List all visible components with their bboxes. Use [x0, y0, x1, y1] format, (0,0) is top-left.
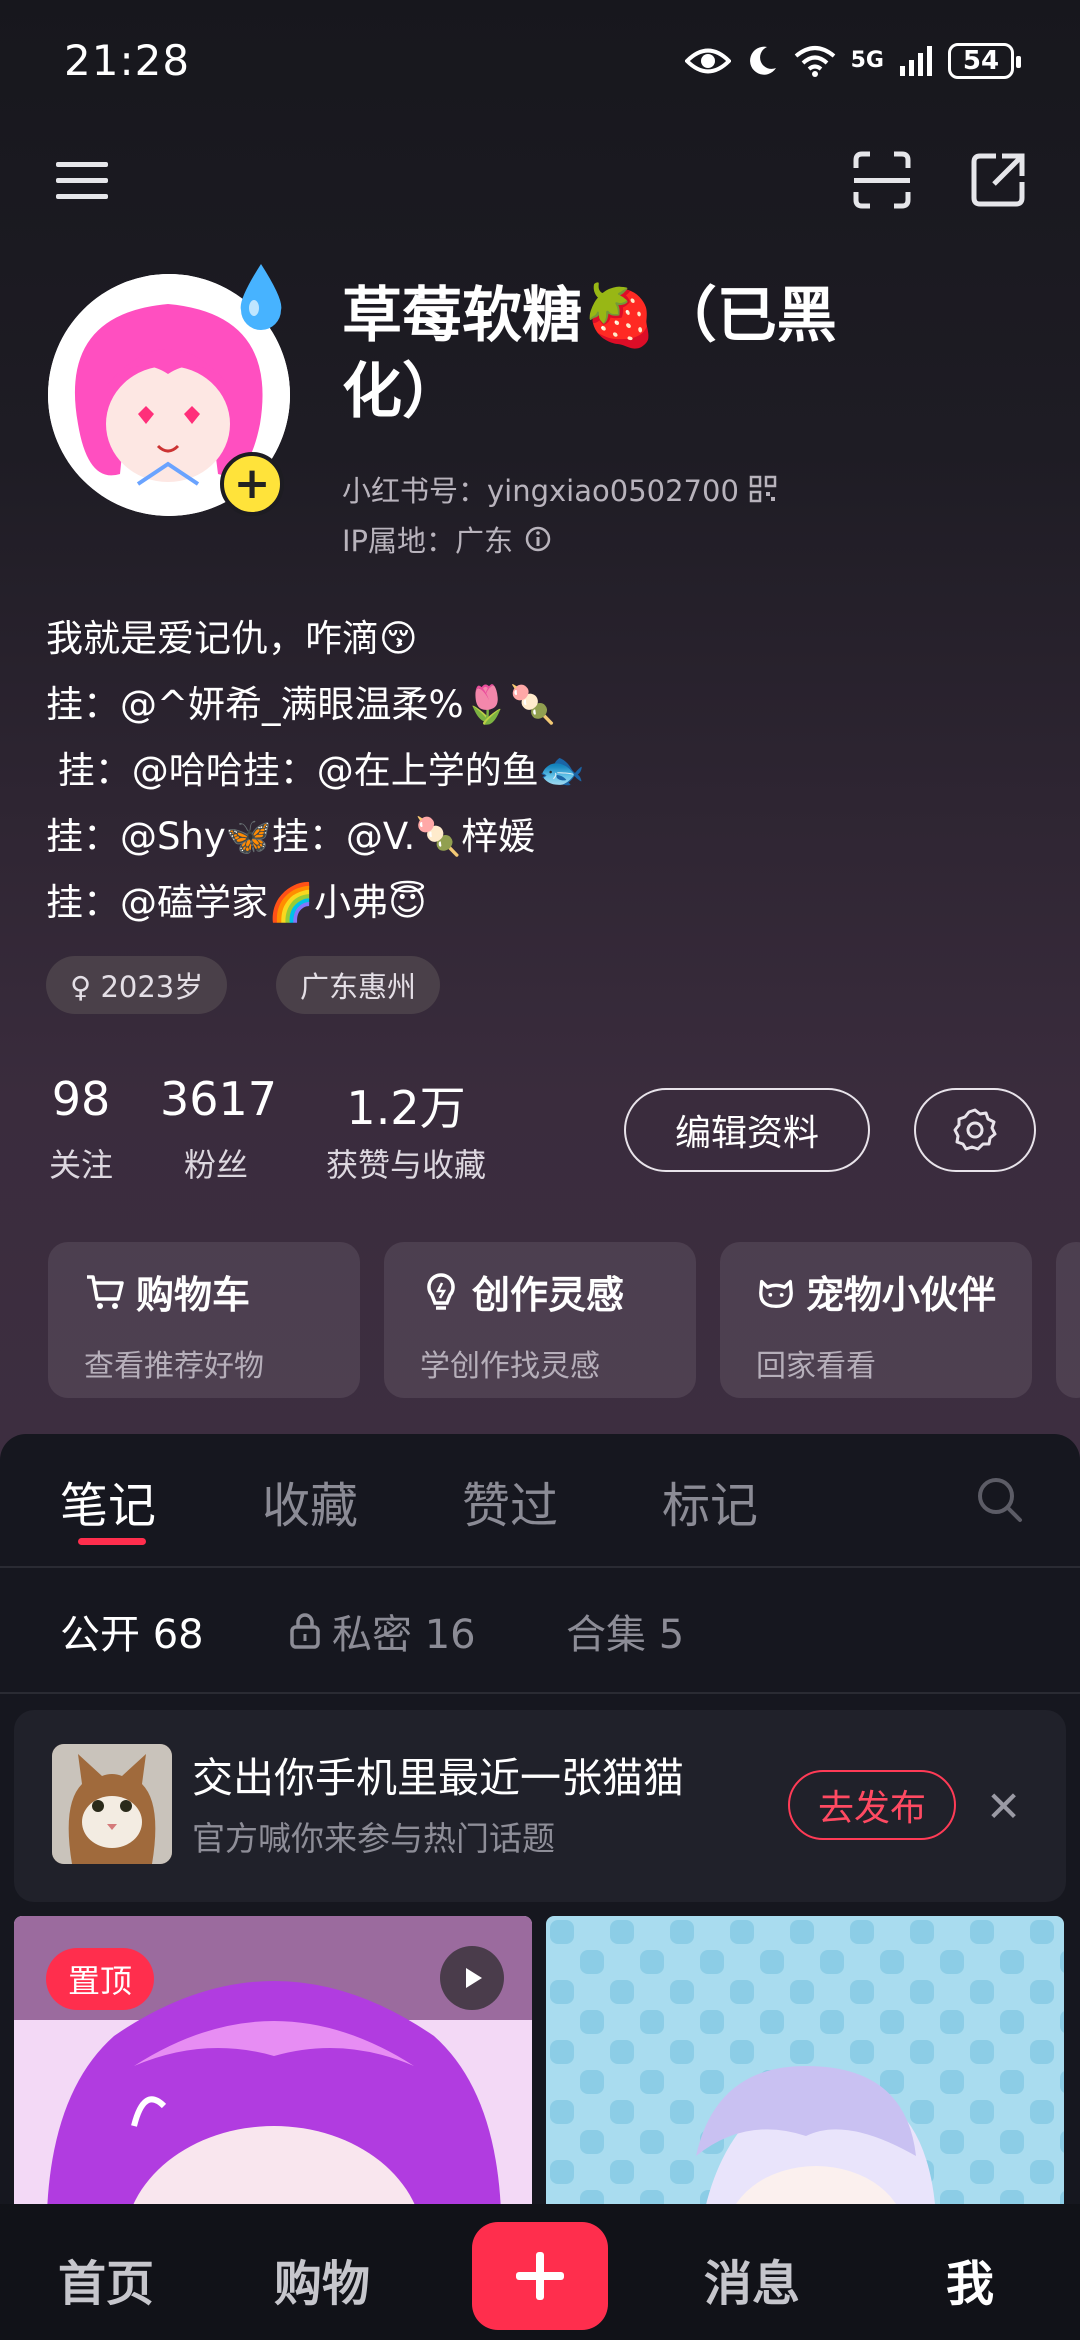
menu-icon[interactable] [50, 148, 114, 212]
user-id: 小红书号：yingxiao0502700 [342, 474, 739, 508]
network-label: 5G [850, 48, 884, 73]
following-count[interactable]: 98 [46, 1072, 116, 1126]
create-post-button[interactable] [472, 2222, 608, 2330]
subtab-albums[interactable]: 合集 5 [566, 1602, 684, 1660]
gear-icon [953, 1108, 997, 1151]
lock-icon [290, 1613, 320, 1649]
qr-code-icon[interactable] [749, 475, 777, 503]
card-sub-pet: 回家看看 [756, 1349, 876, 1384]
followers-count[interactable]: 3617 [160, 1072, 277, 1126]
card-title-inspiration: 创作灵感 [472, 1273, 625, 1317]
publish-button[interactable]: 去发布 [788, 1770, 956, 1840]
add-avatar-button[interactable]: + [220, 452, 284, 516]
likes-label[interactable]: 获赞与收藏 [316, 1140, 496, 1186]
bulb-icon [427, 1272, 455, 1310]
likes-count[interactable]: 1.2万 [316, 1072, 496, 1138]
edit-profile-button[interactable]: 编辑资料 [624, 1088, 870, 1172]
signal-icon [900, 46, 932, 76]
ip-location-row: IP属地：广东 [342, 518, 551, 560]
nav-shop[interactable]: 购物 [274, 2244, 370, 2314]
subtab-public[interactable]: 公开 68 [60, 1602, 204, 1660]
card-sub-inspiration: 学创作找灵感 [420, 1349, 600, 1384]
card-sub-cart: 查看推荐好物 [84, 1349, 264, 1384]
battery-indicator: 54 [948, 43, 1021, 79]
subtab-private-label: 私密 16 [332, 1612, 476, 1658]
nav-messages[interactable]: 消息 [704, 2244, 800, 2314]
more-card-peek[interactable] [1056, 1242, 1080, 1398]
moon-icon [749, 46, 776, 75]
nav-home[interactable]: 首页 [58, 2244, 154, 2314]
scan-icon[interactable] [850, 148, 914, 212]
play-icon[interactable] [440, 1946, 504, 2010]
pet-card[interactable]: 宠物小伙伴 回家看看 [720, 1242, 1032, 1398]
wifi-icon [794, 46, 835, 77]
sweat-drop-icon [240, 264, 282, 330]
status-icons: 5G 54 [684, 36, 1021, 86]
tab-notes[interactable]: 笔记 [60, 1466, 156, 1536]
banner-subtitle: 官方喊你来参与热门话题 [192, 1819, 555, 1858]
following-label[interactable]: 关注 [46, 1140, 116, 1186]
profile-bio: 我就是爱记仇，咋滴😚 挂：@^妍希_满眼温柔%🌷🍡 挂：@哈哈挂：@在上学的鱼🐟… [46, 617, 585, 924]
gender-age-tag: ♀ 2023岁 [46, 956, 228, 1014]
banner-title: 交出你手机里最近一张猫猫 [192, 1754, 684, 1802]
ip-location: IP属地：广东 [342, 524, 514, 558]
cart-icon [87, 1274, 124, 1309]
card-title-cart: 购物车 [136, 1273, 251, 1317]
subtab-private[interactable]: 私密 16 [288, 1602, 476, 1660]
status-time: 21:28 [64, 36, 191, 85]
followers-label[interactable]: 粉丝 [160, 1140, 272, 1186]
info-icon[interactable] [525, 526, 551, 552]
pinned-badge: 置顶 [46, 1948, 154, 2010]
search-icon[interactable] [974, 1474, 1026, 1526]
share-icon[interactable] [966, 148, 1030, 212]
tab-collections[interactable]: 收藏 [262, 1466, 358, 1536]
active-tab-indicator [78, 1538, 146, 1545]
tab-marked[interactable]: 标记 [662, 1466, 758, 1536]
profile-page: 21:28 5G 54 + 草莓软糖🍓（已黑化） 小红书号：yingxiao05… [0, 0, 1080, 2340]
settings-button[interactable] [914, 1088, 1036, 1172]
cat-thumbnail [52, 1744, 172, 1864]
nav-me[interactable]: 我 [946, 2244, 994, 2314]
inspiration-card[interactable]: 创作灵感 学创作找灵感 [384, 1242, 696, 1398]
close-icon[interactable]: ✕ [986, 1782, 1021, 1831]
user-id-row[interactable]: 小红书号：yingxiao0502700 [342, 468, 777, 510]
pet-icon [759, 1279, 793, 1308]
subtab-divider [0, 1692, 1080, 1694]
tab-divider [0, 1566, 1080, 1568]
tab-liked[interactable]: 赞过 [462, 1466, 558, 1536]
location-tag: 广东惠州 [276, 956, 441, 1014]
card-title-pet: 宠物小伙伴 [805, 1273, 996, 1317]
profile-name: 草莓软糖🍓（已黑化） [342, 281, 837, 427]
plus-icon [516, 2252, 564, 2300]
shopping-cart-card[interactable]: 购物车 查看推荐好物 [48, 1242, 360, 1398]
eye-icon [684, 48, 731, 74]
